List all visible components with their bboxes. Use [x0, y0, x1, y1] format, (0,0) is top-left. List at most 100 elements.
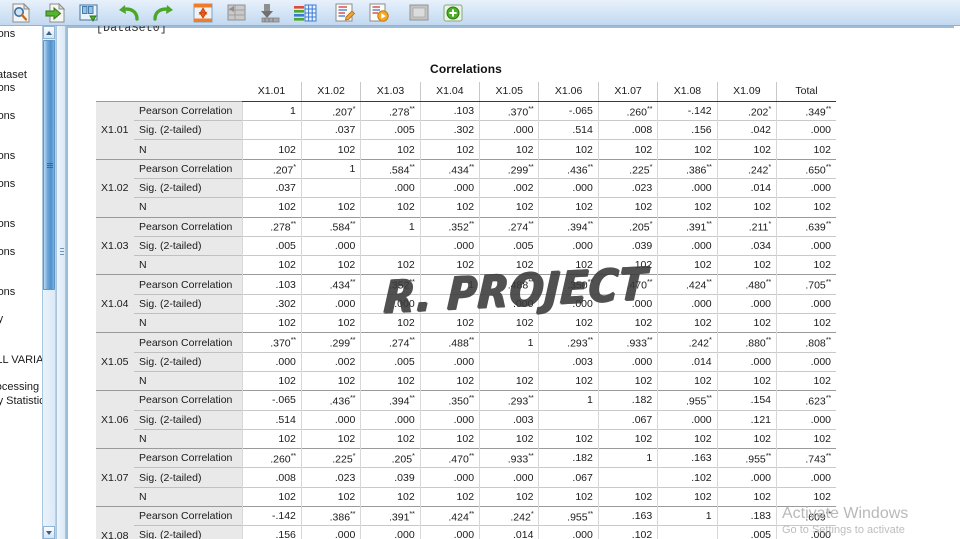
open-file-icon[interactable] — [38, 1, 72, 25]
scroll-up-arrow-icon[interactable] — [43, 26, 55, 39]
significance-marker: ** — [528, 103, 534, 113]
table-row: X1.08 Pearson Correlation -.142.386** .391*… — [96, 506, 836, 539]
significance-marker: ** — [825, 161, 832, 171]
table-cell: 102 — [597, 486, 658, 507]
table-row: X1.04 Pearson Correlation .103.434** .352**… — [96, 274, 836, 333]
preview-icon[interactable] — [4, 1, 38, 25]
goto-case-icon[interactable] — [186, 1, 220, 25]
table-cell: .005 — [360, 351, 421, 372]
row-stat-label: Sig. (2-tailed) — [134, 235, 242, 256]
table-cell: .370** — [479, 101, 539, 121]
table-cell: .102 — [597, 525, 658, 539]
save-icon[interactable] — [72, 1, 106, 25]
significance-marker: * — [768, 161, 772, 171]
table-cell — [597, 467, 658, 488]
outline-scrollbar[interactable] — [42, 26, 55, 539]
table-row: N 102 102 102 102 102 102 102 102 102 102 — [96, 313, 836, 333]
output-outline-pane[interactable]: CorrelationsNotesActive DatasetCorrelati… — [0, 26, 56, 539]
scrollbar-thumb[interactable] — [43, 40, 55, 290]
run-syntax-icon[interactable] — [362, 1, 396, 25]
table-cell: .182 — [597, 390, 658, 411]
split-file-icon[interactable] — [288, 1, 322, 25]
table-cell: .000 — [538, 235, 599, 256]
table-cell: .514 — [538, 120, 599, 140]
redo-icon[interactable] — [146, 1, 180, 25]
table-cell: .293** — [479, 390, 539, 411]
scroll-down-arrow-icon[interactable] — [43, 526, 55, 539]
table-cell: .002 — [300, 351, 361, 372]
table-cell: 102 — [479, 313, 539, 333]
table-row: X1.07 Pearson Correlation .260** .225* .205*… — [96, 448, 836, 507]
row-stat-label: Pearson Correlation — [134, 506, 242, 526]
variables-icon[interactable] — [220, 1, 254, 25]
table-cell: 102 — [716, 313, 777, 333]
significance-marker: ** — [825, 508, 832, 518]
table-cell: .225* — [300, 448, 361, 468]
table-cell: .121 — [716, 409, 777, 430]
table-cell: .394** — [538, 216, 599, 237]
table-cell: .003 — [538, 351, 599, 372]
table-cell: 102 — [597, 255, 658, 275]
table-cell: 1 — [241, 101, 302, 121]
table-row: N 102 102 102 102 102 102 102 102 102 102 — [96, 139, 836, 160]
table-cell: .278** — [360, 101, 421, 121]
table-cell: .000 — [597, 293, 658, 314]
table-cell: -.142 — [657, 101, 718, 121]
table-cell: 102 — [300, 139, 361, 160]
table-cell: .242* — [716, 158, 777, 179]
output-viewer-pane[interactable]: [DataSet0] Correlations X1.01 X1.02 X1.03 X… — [66, 26, 960, 539]
pane-splitter[interactable] — [56, 26, 66, 539]
row-stat-label: N — [134, 255, 242, 275]
table-cell: .000 — [419, 351, 480, 372]
significance-marker: ** — [587, 508, 594, 518]
significance-marker: ** — [350, 508, 356, 518]
significance-marker: ** — [706, 277, 712, 287]
table-cell: .488** — [479, 274, 539, 295]
table-cell: 102 — [419, 255, 480, 275]
table-cell: 102 — [360, 139, 421, 160]
table-cell: 102 — [538, 313, 599, 333]
table-row: Sig. (2-tailed) .008.023.039.000.000.067.… — [96, 467, 836, 488]
significance-marker: ** — [290, 219, 297, 229]
table-cell: 102 — [597, 313, 658, 333]
table-cell: .205* — [597, 216, 658, 237]
table-cell: .955** — [716, 448, 777, 468]
table-cell: .274** — [479, 216, 539, 237]
table-cell: 102 — [300, 255, 361, 275]
table-cell: 102 — [241, 370, 302, 391]
significance-marker: ** — [765, 277, 772, 287]
table-cell: .000 — [300, 235, 361, 256]
table-cell: .000 — [716, 293, 777, 314]
table-cell: .067 — [597, 409, 658, 430]
table-cell: .391** — [657, 216, 718, 237]
table-cell: .000 — [360, 177, 421, 198]
table-cell: .000 — [241, 351, 302, 372]
table-cell: .163 — [657, 448, 718, 468]
add-note-icon[interactable] — [436, 1, 470, 25]
table-cell: .000 — [300, 525, 361, 539]
table-cell: 102 — [360, 428, 421, 449]
table-cell: .386** — [657, 158, 718, 179]
row-stat-label: Sig. (2-tailed) — [134, 409, 242, 430]
significance-marker: ** — [765, 335, 772, 345]
correlations-table: X1.01 X1.02 X1.03 X1.04 X1.05 X1.06 X1.07 X1.08… — [96, 82, 836, 539]
table-cell: .933** — [479, 448, 539, 468]
insert-cases-icon[interactable] — [254, 1, 288, 25]
export-icon[interactable] — [402, 1, 436, 25]
column-header: X1.03 — [360, 82, 421, 102]
edit-syntax-icon[interactable] — [328, 1, 362, 25]
undo-icon[interactable] — [112, 1, 146, 25]
table-cell: .005 — [716, 525, 777, 539]
table-cell: 102 — [360, 197, 421, 218]
table-row: Sig. (2-tailed) .037.005.302.000.514.008.… — [96, 120, 836, 140]
table-cell: 102 — [419, 486, 480, 507]
significance-marker: ** — [468, 393, 475, 403]
table-cell: .103 — [419, 101, 480, 121]
significance-marker: ** — [587, 277, 594, 287]
table-cell: .743** — [776, 448, 836, 468]
significance-marker: ** — [706, 393, 712, 403]
table-cell: 102 — [538, 139, 599, 160]
column-header-row: X1.01 X1.02 X1.03 X1.04 X1.05 X1.06 X1.07 X1.08… — [96, 82, 836, 102]
table-cell — [479, 351, 539, 372]
table-cell: .207* — [241, 158, 302, 179]
